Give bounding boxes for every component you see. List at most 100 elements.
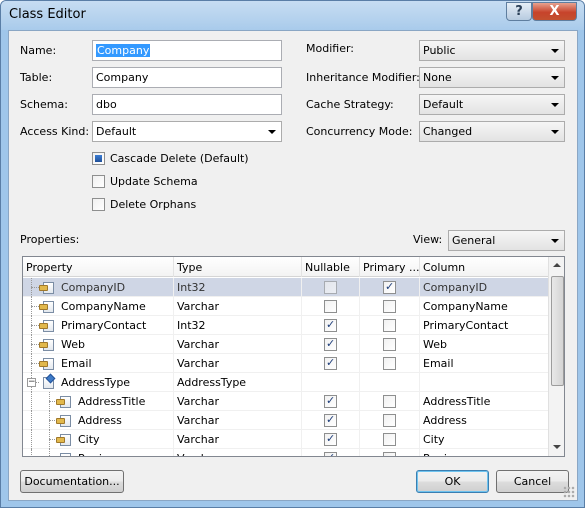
table-row[interactable]: EmailVarcharEmail	[23, 354, 548, 373]
primary-key-checkbox[interactable]	[383, 452, 396, 456]
chevron-down-icon	[551, 130, 559, 134]
table-row[interactable]: RegionVarcharRegion	[23, 449, 548, 456]
table-row[interactable]: PrimaryContactInt32PrimaryContact	[23, 316, 548, 335]
type-cell[interactable]: Varchar	[174, 392, 302, 411]
column-header-primary[interactable]: Primary ...	[360, 257, 420, 277]
column-name-cell[interactable]: Email	[420, 354, 548, 373]
view-value: General	[452, 234, 496, 247]
delete-orphans-label: Delete Orphans	[110, 198, 197, 211]
column-name-cell[interactable]	[420, 373, 548, 392]
type-cell[interactable]: Int32	[174, 316, 302, 335]
property-name-cell[interactable]: AddressTitle	[75, 392, 174, 411]
tree-line	[31, 430, 32, 449]
table-row[interactable]: CityVarcharCity	[23, 430, 548, 449]
column-name-cell[interactable]: Region	[420, 449, 548, 456]
property-name-cell[interactable]: PrimaryContact	[58, 316, 174, 335]
close-button[interactable]: X	[532, 2, 577, 21]
column-header-type[interactable]: Type	[174, 257, 302, 277]
column-name-cell[interactable]: CompanyName	[420, 297, 548, 316]
column-name-cell[interactable]: PrimaryContact	[420, 316, 548, 335]
cancel-button[interactable]: Cancel	[496, 470, 569, 493]
view-dropdown[interactable]: General	[448, 230, 565, 251]
primary-key-cell	[360, 316, 420, 335]
help-button[interactable]: ?	[506, 2, 532, 21]
primary-key-checkbox[interactable]	[383, 319, 396, 332]
table-row[interactable]: AddressVarcharAddress	[23, 411, 548, 430]
property-name-cell[interactable]: AddressType	[58, 373, 174, 392]
schema-field[interactable]: dbo	[92, 94, 282, 115]
property-name-cell[interactable]: Region	[75, 449, 174, 456]
primary-key-checkbox[interactable]	[383, 414, 396, 427]
nullable-checkbox[interactable]	[324, 451, 337, 456]
type-cell[interactable]: AddressType	[174, 373, 302, 392]
dialog-body: Name: Company Table: Company Schema: dbo…	[8, 30, 578, 501]
collapse-icon[interactable]: −	[27, 378, 36, 387]
concurrency-mode-dropdown[interactable]: Changed	[419, 121, 565, 142]
primary-key-checkbox[interactable]	[383, 338, 396, 351]
nullable-checkbox[interactable]	[324, 394, 337, 408]
nullable-checkbox[interactable]	[324, 413, 337, 427]
ok-button[interactable]: OK	[416, 470, 489, 493]
nullable-checkbox[interactable]	[324, 356, 337, 370]
scroll-up-icon[interactable]	[553, 263, 561, 267]
delete-orphans-checkbox[interactable]	[92, 198, 105, 211]
table-row[interactable]: AddressTitleVarcharAddressTitle	[23, 392, 548, 411]
table-row[interactable]: CompanyIDInt32CompanyID	[23, 278, 548, 297]
documentation-button[interactable]: Documentation...	[20, 470, 124, 493]
name-field[interactable]: Company	[92, 40, 282, 61]
table-row[interactable]: − AddressType AddressType	[23, 373, 548, 392]
column-header-column[interactable]: Column	[420, 257, 548, 277]
type-cell[interactable]: Varchar	[174, 297, 302, 316]
update-schema-checkbox[interactable]	[92, 175, 105, 188]
property-name-cell[interactable]: Web	[58, 335, 174, 354]
table-row[interactable]: CompanyName Varchar CompanyName	[23, 297, 548, 316]
primary-key-checkbox[interactable]	[383, 395, 396, 408]
column-header-property[interactable]: Property	[23, 257, 174, 277]
scrollbar-thumb[interactable]	[551, 276, 564, 386]
nullable-checkbox[interactable]	[324, 337, 337, 351]
primary-key-checkbox[interactable]	[383, 433, 396, 446]
resize-grip[interactable]	[563, 486, 575, 498]
type-cell[interactable]: Varchar	[174, 411, 302, 430]
cache-strategy-dropdown[interactable]: Default	[419, 94, 565, 115]
type-cell[interactable]: Varchar	[174, 430, 302, 449]
nullable-cell	[302, 335, 360, 354]
modifier-dropdown[interactable]: Public	[419, 40, 565, 61]
tree-line	[49, 449, 50, 456]
column-name-cell[interactable]: Address	[420, 411, 548, 430]
column-name-cell[interactable]: AddressTitle	[420, 392, 548, 411]
nullable-checkbox[interactable]	[324, 300, 337, 313]
type-cell[interactable]: Int32	[174, 278, 302, 297]
property-name-cell[interactable]: CompanyName	[58, 297, 174, 316]
primary-key-checkbox[interactable]	[383, 300, 396, 313]
type-cell[interactable]: Varchar	[174, 354, 302, 373]
inheritance-modifier-dropdown[interactable]: None	[419, 67, 565, 88]
property-name-cell[interactable]: Email	[58, 354, 174, 373]
nullable-checkbox[interactable]	[324, 432, 337, 446]
primary-key-checkbox[interactable]	[383, 280, 396, 294]
access-kind-label: Access Kind:	[20, 125, 90, 138]
property-name-cell[interactable]: City	[75, 430, 174, 449]
table-row[interactable]: WebVarcharWeb	[23, 335, 548, 354]
type-cell[interactable]: Varchar	[174, 335, 302, 354]
column-name-cell[interactable]: City	[420, 430, 548, 449]
nullable-checkbox[interactable]	[324, 318, 337, 332]
table-field[interactable]: Company	[92, 67, 282, 88]
column-name-cell[interactable]: Web	[420, 335, 548, 354]
type-cell[interactable]: Varchar	[174, 449, 302, 456]
property-icon	[56, 432, 72, 447]
nullable-checkbox[interactable]	[324, 281, 337, 294]
property-name-cell[interactable]: CompanyID	[58, 278, 174, 297]
column-name-cell[interactable]: CompanyID	[420, 278, 548, 297]
access-kind-dropdown[interactable]: Default	[92, 121, 282, 142]
primary-key-checkbox[interactable]	[383, 357, 396, 370]
column-header-nullable[interactable]: Nullable	[302, 257, 360, 277]
cascade-delete-checkbox[interactable]	[92, 152, 105, 165]
scroll-down-icon[interactable]	[553, 445, 561, 449]
property-name-cell[interactable]: Address	[75, 411, 174, 430]
name-label: Name:	[20, 44, 57, 57]
vertical-scrollbar[interactable]	[548, 257, 564, 456]
tree-line	[31, 449, 32, 456]
primary-key-cell	[360, 373, 420, 392]
property-icon	[39, 356, 55, 371]
